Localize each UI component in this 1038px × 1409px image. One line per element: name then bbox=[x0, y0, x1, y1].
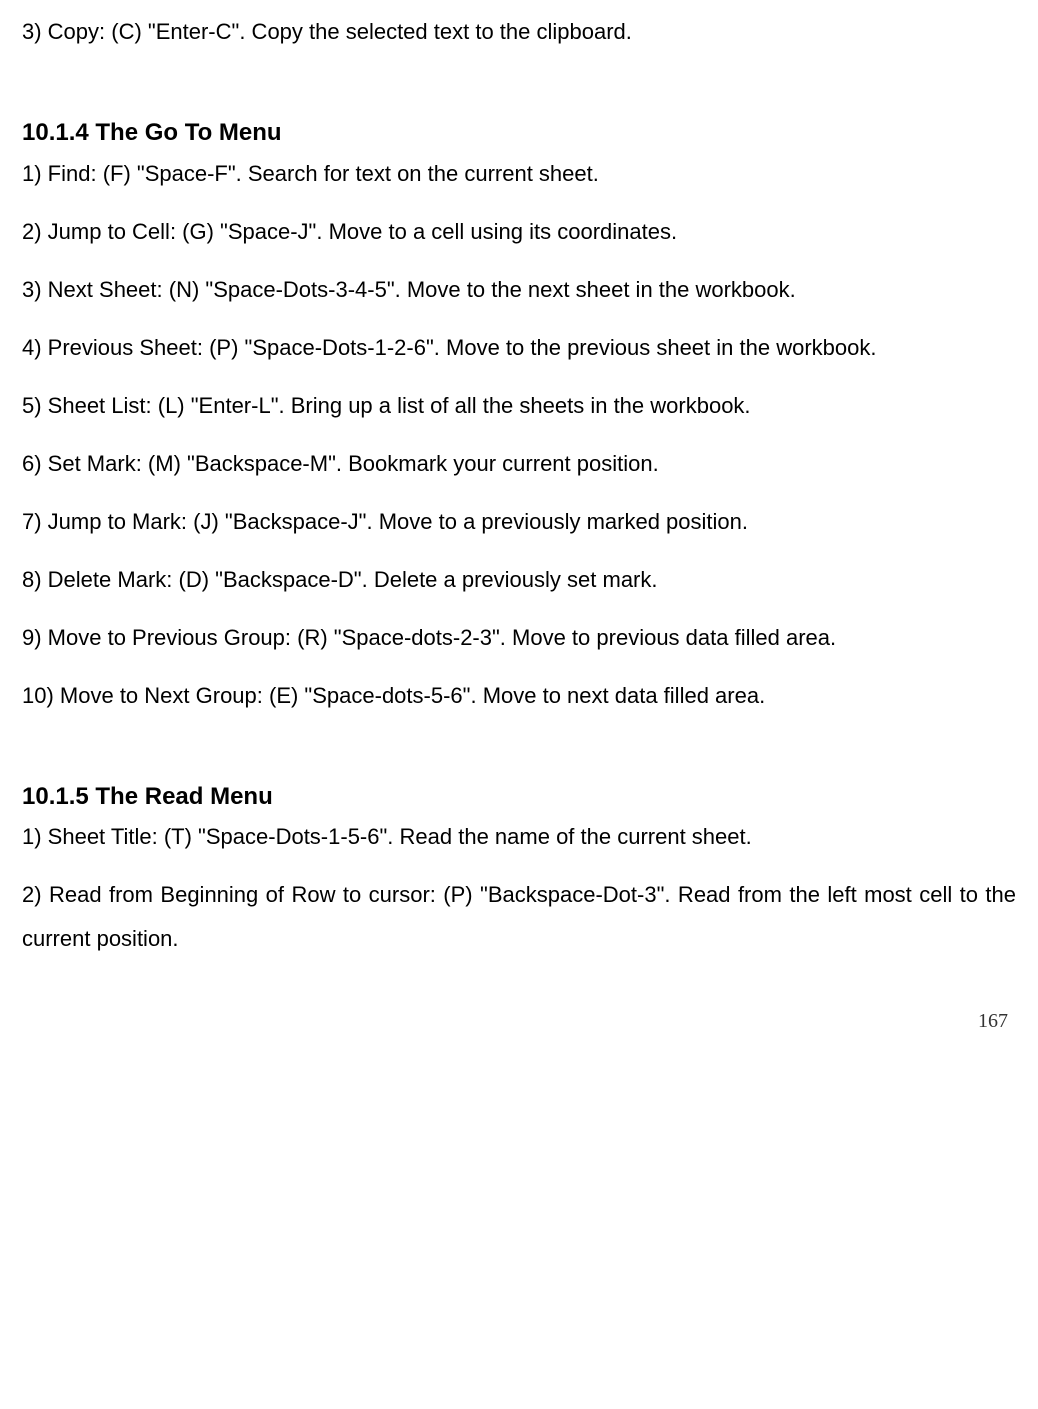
page-number: 167 bbox=[22, 1001, 1016, 1041]
list-item: 1) Find: (F) "Space-F". Search for text … bbox=[22, 152, 1016, 196]
list-item: 1) Sheet Title: (T) "Space-Dots-1-5-6". … bbox=[22, 815, 1016, 859]
list-item: 10) Move to Next Group: (E) "Space-dots-… bbox=[22, 674, 1016, 718]
list-item: 4) Previous Sheet: (P) "Space-Dots-1-2-6… bbox=[22, 326, 1016, 370]
list-item: 2) Jump to Cell: (G) "Space-J". Move to … bbox=[22, 210, 1016, 254]
list-item: 3) Next Sheet: (N) "Space-Dots-3-4-5". M… bbox=[22, 268, 1016, 312]
list-item: 9) Move to Previous Group: (R) "Space-do… bbox=[22, 616, 1016, 660]
list-item: 8) Delete Mark: (D) "Backspace-D". Delet… bbox=[22, 558, 1016, 602]
list-item: 5) Sheet List: (L) "Enter-L". Bring up a… bbox=[22, 384, 1016, 428]
section-heading: 10.1.5 The Read Menu bbox=[22, 780, 1016, 814]
list-item: 6) Set Mark: (M) "Backspace-M". Bookmark… bbox=[22, 442, 1016, 486]
intro-item: 3) Copy: (C) "Enter-C". Copy the selecte… bbox=[22, 10, 1016, 54]
list-item: 7) Jump to Mark: (J) "Backspace-J". Move… bbox=[22, 500, 1016, 544]
list-item: 2) Read from Beginning of Row to cursor:… bbox=[22, 873, 1016, 961]
section-heading: 10.1.4 The Go To Menu bbox=[22, 116, 1016, 150]
